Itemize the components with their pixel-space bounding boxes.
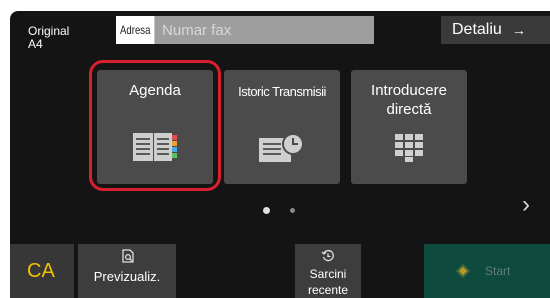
preview-icon [122, 249, 134, 263]
selection-highlight [89, 60, 221, 191]
transmission-history-label: Istoric Transmisii [238, 84, 326, 99]
history-icon [321, 249, 334, 262]
transmission-history-button[interactable]: Istoric Transmisii [224, 70, 340, 184]
recent-jobs-button[interactable]: Sarcini recente [295, 244, 361, 298]
paper-size-label: A4 [28, 37, 43, 51]
address-tag[interactable]: Adresa [116, 16, 155, 44]
start-button[interactable]: Start [424, 244, 550, 298]
bottom-bar: CA Previzualiz. Sarcini recente Start [10, 244, 550, 298]
page-dot-active [263, 207, 270, 214]
fax-number-input[interactable] [156, 16, 374, 44]
direct-entry-label: Introducere directă [351, 70, 467, 119]
detail-button[interactable]: Detaliu → [441, 16, 550, 44]
page-dot-inactive [290, 208, 295, 213]
direct-entry-button[interactable]: Introducere directă [351, 70, 467, 184]
start-label: Start [485, 264, 511, 278]
recent-jobs-line1: Sarcini [309, 267, 347, 281]
direct-entry-label-line1: Introducere [371, 82, 447, 99]
direct-entry-label-line2: directă [386, 101, 432, 118]
arrow-right-icon: → [511, 22, 526, 38]
transmission-history-icon [259, 133, 304, 162]
address-bar: Adresa [116, 16, 374, 44]
keypad-icon [395, 134, 423, 162]
detail-label: Detaliu [452, 21, 502, 38]
clear-all-button[interactable]: CA [10, 244, 74, 298]
start-diamond-icon [456, 264, 470, 278]
preview-label: Previzualiz. [93, 269, 161, 284]
original-size-label[interactable]: Original A4 [28, 25, 69, 51]
chevron-right-icon[interactable]: › [522, 193, 530, 217]
preview-button[interactable]: Previzualiz. [78, 244, 176, 298]
recent-jobs-label: Sarcini recente [295, 266, 361, 298]
recent-jobs-line2: recente [307, 283, 349, 297]
